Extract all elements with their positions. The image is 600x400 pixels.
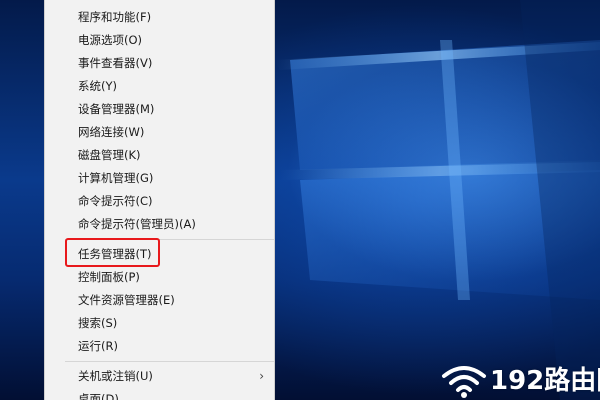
menu-item-control-panel[interactable]: 控制面板(P) xyxy=(45,266,274,289)
menu-item-desktop[interactable]: 桌面(D) xyxy=(45,388,274,400)
menu-separator xyxy=(65,361,274,362)
menu-item-label: 命令提示符(管理员)(A) xyxy=(78,217,196,231)
menu-item-label: 磁盘管理(K) xyxy=(78,148,141,162)
highlight-annotation-box xyxy=(65,238,160,267)
menu-item-label: 搜索(S) xyxy=(78,316,118,330)
menu-item-disk-management[interactable]: 磁盘管理(K) xyxy=(45,144,274,167)
menu-item-event-viewer[interactable]: 事件查看器(V) xyxy=(45,52,274,75)
menu-item-command-prompt-admin[interactable]: 命令提示符(管理员)(A) xyxy=(45,213,274,236)
menu-item-file-explorer[interactable]: 文件资源管理器(E) xyxy=(45,289,274,312)
menu-item-label: 命令提示符(C) xyxy=(78,194,153,208)
menu-item-label: 关机或注销(U) xyxy=(78,369,153,383)
menu-item-label: 事件查看器(V) xyxy=(78,56,153,70)
win-x-context-menu: 程序和功能(F) 电源选项(O) 事件查看器(V) 系统(Y) 设备管理器(M)… xyxy=(44,0,275,400)
menu-item-power-options[interactable]: 电源选项(O) xyxy=(45,29,274,52)
site-watermark: 192路由网 xyxy=(440,352,600,400)
menu-item-label: 设备管理器(M) xyxy=(78,102,155,116)
menu-item-label: 文件资源管理器(E) xyxy=(78,293,175,307)
menu-item-programs-features[interactable]: 程序和功能(F) xyxy=(45,6,274,29)
menu-item-system[interactable]: 系统(Y) xyxy=(45,75,274,98)
menu-item-network-connections[interactable]: 网络连接(W) xyxy=(45,121,274,144)
menu-item-computer-management[interactable]: 计算机管理(G) xyxy=(45,167,274,190)
menu-item-label: 系统(Y) xyxy=(78,79,117,93)
menu-item-run[interactable]: 运行(R) xyxy=(45,335,274,358)
menu-item-label: 桌面(D) xyxy=(78,392,119,400)
menu-item-label: 控制面板(P) xyxy=(78,270,140,284)
watermark-text: 192路由网 xyxy=(490,366,600,396)
menu-item-search[interactable]: 搜索(S) xyxy=(45,312,274,335)
menu-item-device-manager[interactable]: 设备管理器(M) xyxy=(45,98,274,121)
menu-item-label: 运行(R) xyxy=(78,339,118,353)
menu-item-shutdown-signout[interactable]: 关机或注销(U) › xyxy=(45,365,274,388)
menu-item-label: 电源选项(O) xyxy=(78,33,143,47)
menu-item-label: 计算机管理(G) xyxy=(78,171,154,185)
wifi-icon xyxy=(442,366,486,398)
menu-item-command-prompt[interactable]: 命令提示符(C) xyxy=(45,190,274,213)
menu-item-label: 网络连接(W) xyxy=(78,125,145,139)
menu-item-label: 程序和功能(F) xyxy=(78,10,152,24)
chevron-right-icon: › xyxy=(259,369,264,383)
